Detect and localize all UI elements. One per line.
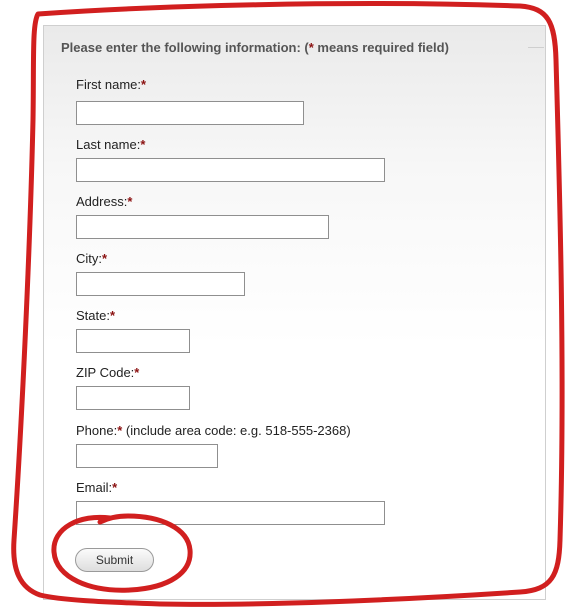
zip-code-label: ZIP Code:* bbox=[76, 365, 139, 380]
last-name-label-text: Last name: bbox=[76, 137, 141, 152]
required-star: * bbox=[112, 480, 118, 495]
email-field[interactable] bbox=[76, 501, 385, 525]
zip-code-field[interactable] bbox=[76, 386, 190, 410]
required-star: * bbox=[141, 77, 147, 92]
city-label-text: City: bbox=[76, 251, 102, 266]
phone-label: Phone:* (include area code: e.g. 518-555… bbox=[76, 423, 351, 438]
address-field[interactable] bbox=[76, 215, 329, 239]
phone-hint: (include area code: e.g. 518-555-2368) bbox=[122, 423, 351, 438]
first-name-label-text: First name: bbox=[76, 77, 142, 92]
legend-prefix: Please enter the following information: … bbox=[61, 40, 309, 55]
address-label: Address:* bbox=[76, 194, 132, 209]
submit-button[interactable]: Submit bbox=[75, 548, 154, 572]
required-star: * bbox=[127, 194, 133, 209]
address-label-text: Address: bbox=[76, 194, 128, 209]
legend-suffix: means required field) bbox=[313, 40, 449, 55]
email-label-text: Email: bbox=[76, 480, 113, 495]
state-label-text: State: bbox=[76, 308, 110, 323]
last-name-field[interactable] bbox=[76, 158, 385, 182]
phone-label-text: Phone: bbox=[76, 423, 118, 438]
legend-border-line bbox=[528, 47, 544, 48]
form-legend: Please enter the following information: … bbox=[61, 40, 449, 55]
state-field[interactable] bbox=[76, 329, 190, 353]
required-star: * bbox=[102, 251, 108, 266]
email-label: Email:* bbox=[76, 480, 117, 495]
required-star: * bbox=[109, 308, 116, 323]
first-name-label: First name:* bbox=[76, 77, 146, 92]
city-field[interactable] bbox=[76, 272, 245, 296]
last-name-label: Last name:* bbox=[76, 137, 145, 152]
phone-field[interactable] bbox=[76, 444, 218, 468]
required-star: * bbox=[134, 365, 140, 380]
zip-code-label-text: ZIP Code: bbox=[76, 365, 135, 380]
first-name-field[interactable] bbox=[76, 101, 304, 125]
city-label: City:* bbox=[76, 251, 107, 266]
required-star: * bbox=[140, 137, 146, 152]
state-label: State:* bbox=[76, 308, 115, 323]
